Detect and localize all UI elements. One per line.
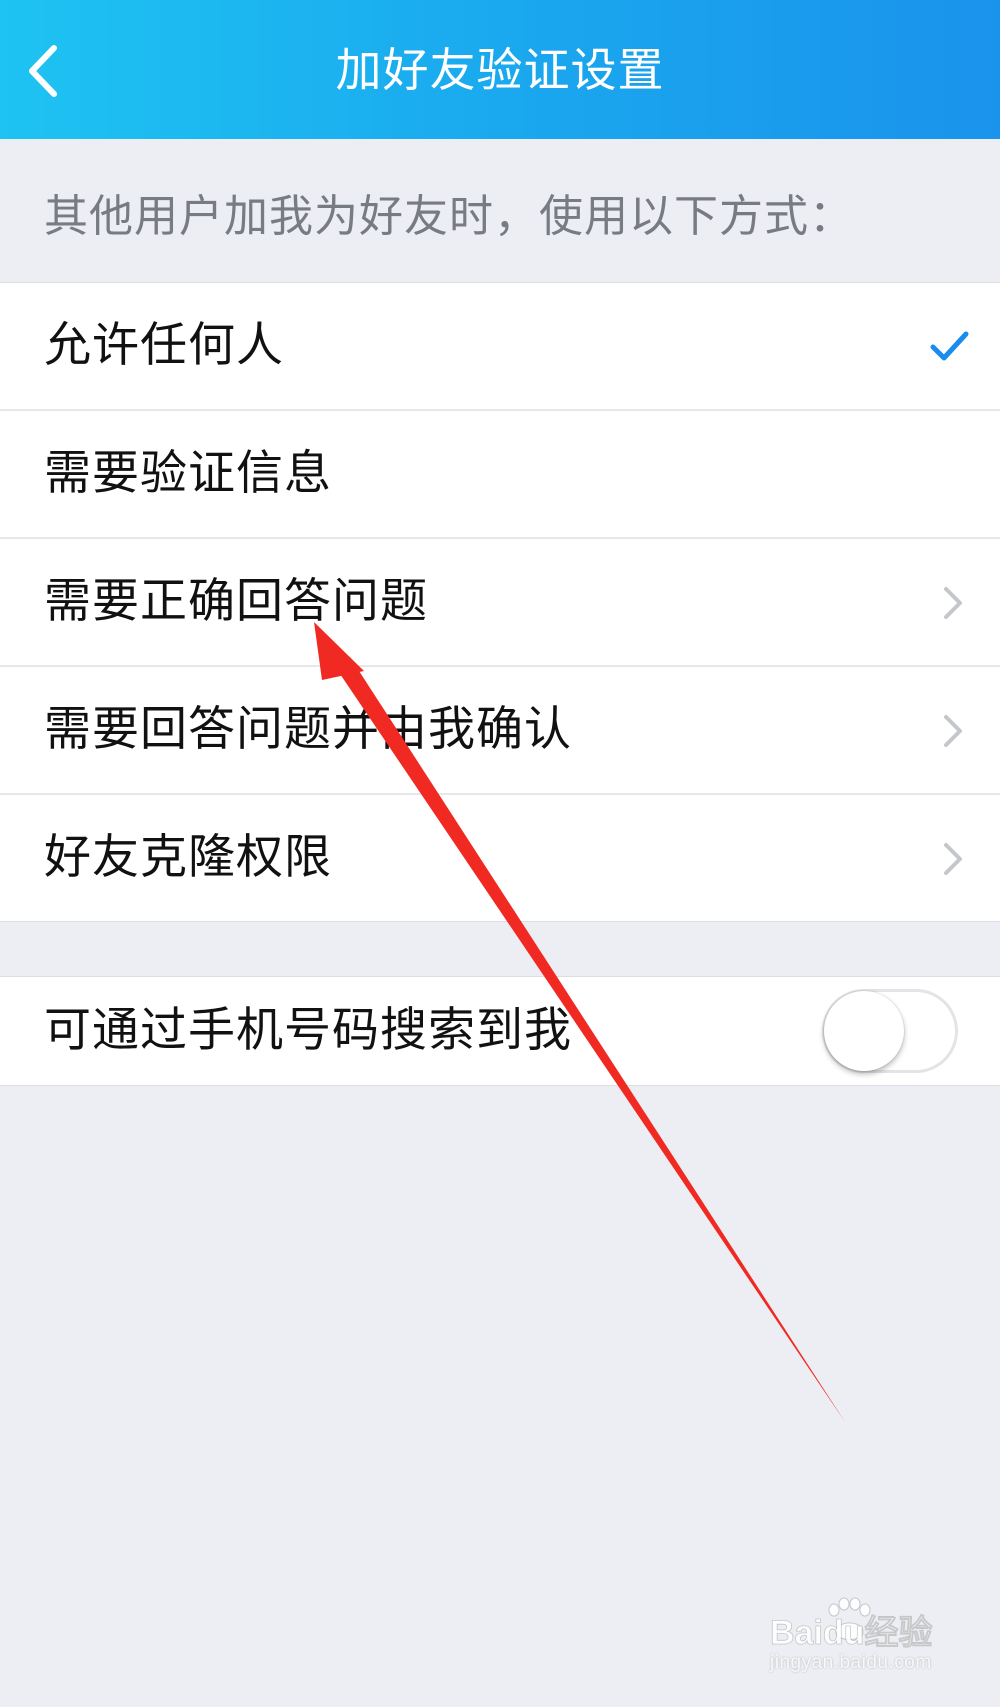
chevron-right-icon [944,843,962,875]
watermark-brand: Baidu经验 [770,1613,932,1652]
chevron-right-icon [944,587,962,619]
page-title: 加好友验证设置 [335,43,665,97]
option-label: 好友克隆权限 [44,830,332,885]
option-answer-and-confirm[interactable]: 需要回答问题并由我确认 [0,667,1000,795]
paw-logo [828,1597,871,1640]
phone-search-label: 可通过手机号码搜索到我 [44,1003,572,1058]
option-friend-clone-permission[interactable]: 好友克隆权限 [0,795,1000,921]
option-require-verification-message[interactable]: 需要验证信息 [0,411,1000,539]
option-allow-anyone[interactable]: 允许任何人 [0,283,1000,411]
option-label: 需要回答问题并由我确认 [44,702,572,757]
option-label: 允许任何人 [44,318,284,373]
chevron-right-icon [944,715,962,747]
toggle-knob [824,991,904,1071]
phone-search-row: 可通过手机号码搜索到我 [0,977,1000,1085]
option-require-correct-answer[interactable]: 需要正确回答问题 [0,539,1000,667]
baidu-jingyan-watermark: Baidu经验 jingyan.baidu.com [770,1592,970,1682]
verification-options-list: 允许任何人 需要验证信息 需要正确回答问题 需要回答问题并由我确认 好友克隆权限 [0,282,1000,922]
watermark-url: jingyan.baidu.com [770,1652,932,1673]
option-label: 需要验证信息 [44,446,332,501]
section-caption: 其他用户加我为好友时，使用以下方式： [44,191,854,242]
phone-search-group: 可通过手机号码搜索到我 [0,976,1000,1086]
phone-search-toggle[interactable] [822,989,958,1073]
title-bar: 加好友验证设置 [0,0,1000,139]
check-icon [930,331,969,361]
option-label: 需要正确回答问题 [44,574,428,629]
